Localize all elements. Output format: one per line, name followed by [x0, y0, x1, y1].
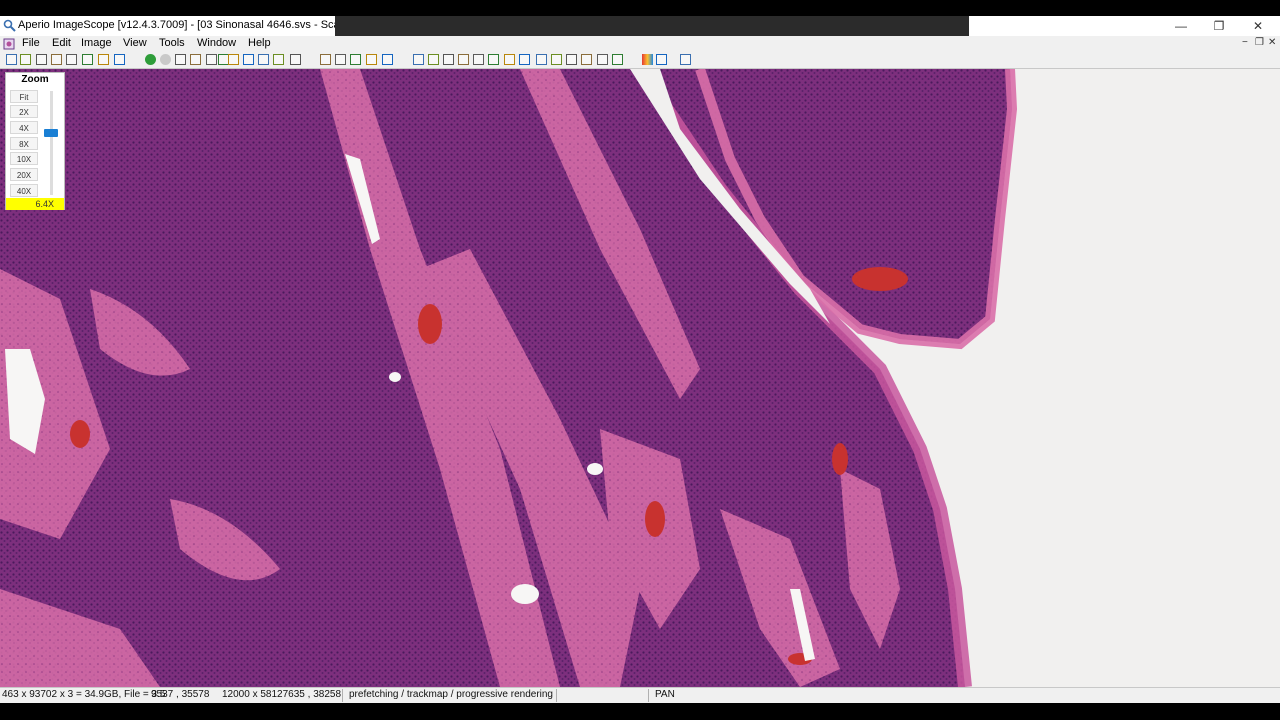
- status-tool-mode: PAN: [655, 689, 675, 700]
- edit-annotation-icon[interactable]: [320, 54, 331, 65]
- zoom-panel: Zoom Fit 2X 4X 8X 10X 20X 40X 6.4X: [5, 72, 65, 210]
- zoom-2x-button[interactable]: 2X: [10, 105, 38, 118]
- unknown-tool-icon[interactable]: [382, 54, 393, 65]
- zoom-panel-title: Zoom: [6, 73, 64, 87]
- close-button[interactable]: ✕: [1238, 16, 1278, 36]
- snapshot-icon[interactable]: [36, 54, 47, 65]
- pen-tool-icon[interactable]: [488, 54, 499, 65]
- ellipse-tool-icon[interactable]: [519, 54, 530, 65]
- restore-button[interactable]: ❐: [1199, 16, 1239, 36]
- tissue-image: [0, 69, 1018, 687]
- print-icon[interactable]: [66, 54, 77, 65]
- menu-bar: File Edit Image View Tools Window Help −…: [0, 36, 1280, 52]
- compare-icon[interactable]: [597, 54, 608, 65]
- stop-icon[interactable]: [160, 54, 171, 65]
- zoom-slider-track[interactable]: [50, 91, 53, 195]
- window-title: Aperio ImageScope [v12.4.3.7009] - [03 S…: [18, 19, 377, 31]
- open-folder-icon[interactable]: [6, 54, 17, 65]
- properties-icon[interactable]: [98, 54, 109, 65]
- grid-tool-icon[interactable]: [551, 54, 562, 65]
- ruler-icon[interactable]: [473, 54, 484, 65]
- zoom-fit-button[interactable]: Fit: [10, 90, 38, 103]
- table-icon[interactable]: [566, 54, 577, 65]
- go-icon[interactable]: [145, 54, 156, 65]
- link-icon[interactable]: [175, 54, 186, 65]
- letterbox-bottom: [0, 703, 1280, 720]
- status-separator: [556, 689, 557, 702]
- layers-icon[interactable]: [581, 54, 592, 65]
- menu-view[interactable]: View: [123, 37, 147, 49]
- info-icon[interactable]: [114, 54, 125, 65]
- menu-tools[interactable]: Tools: [159, 37, 185, 49]
- zoom-8x-button[interactable]: 8X: [10, 137, 38, 150]
- multi-view-icon[interactable]: [258, 54, 269, 65]
- magnifier-icon[interactable]: [273, 54, 284, 65]
- status-view-info: 12000 x 58127635 , 38258: [222, 689, 341, 700]
- document-icon[interactable]: [3, 38, 15, 50]
- title-bar: Aperio ImageScope [v12.4.3.7009] - [03 S…: [0, 16, 1280, 36]
- mdi-restore-button[interactable]: ❐: [1255, 37, 1264, 48]
- sync-icon[interactable]: [190, 54, 201, 65]
- zoom-20x-button[interactable]: 20X: [10, 168, 38, 181]
- undo-icon[interactable]: [350, 54, 361, 65]
- copy-icon[interactable]: [612, 54, 623, 65]
- mdi-close-button[interactable]: ✕: [1268, 37, 1276, 48]
- minimize-button[interactable]: —: [1161, 16, 1201, 36]
- zoom-current-value: 6.4X: [6, 198, 64, 210]
- pan-hand-icon[interactable]: [335, 54, 346, 65]
- arrow-tool-icon[interactable]: [536, 54, 547, 65]
- menu-window[interactable]: Window: [197, 37, 236, 49]
- zoom-40x-button[interactable]: 40X: [10, 184, 38, 197]
- letterbox-top: [0, 0, 1280, 16]
- status-coords: 9537 , 35578: [151, 689, 210, 700]
- slide-viewer[interactable]: [0, 69, 1280, 687]
- region-select-icon[interactable]: [206, 54, 217, 65]
- status-separator: [342, 689, 343, 702]
- display-settings-icon[interactable]: [656, 54, 667, 65]
- help-context-icon[interactable]: [680, 54, 691, 65]
- app-icon: [3, 19, 16, 32]
- color-adjust-icon[interactable]: [642, 54, 653, 65]
- extract-region-icon[interactable]: [51, 54, 62, 65]
- single-view-icon[interactable]: [228, 54, 239, 65]
- zoom-10x-button[interactable]: 10X: [10, 152, 38, 165]
- zoom-tool-icon[interactable]: [428, 54, 439, 65]
- mdi-minimize-button[interactable]: −: [1242, 37, 1248, 48]
- open-image-icon[interactable]: [20, 54, 31, 65]
- tile-view-icon[interactable]: [243, 54, 254, 65]
- menu-image[interactable]: Image: [81, 37, 112, 49]
- menu-file[interactable]: File: [22, 37, 40, 49]
- overview-icon[interactable]: [290, 54, 301, 65]
- status-bar: 463 x 93702 x 3 = 34.9GB, File = 3.5 953…: [0, 687, 1280, 703]
- status-render-mode: prefetching / trackmap / progressive ren…: [349, 689, 553, 700]
- toolbar: [0, 52, 1280, 69]
- redo-icon[interactable]: [366, 54, 377, 65]
- zoom-region-icon[interactable]: [443, 54, 454, 65]
- status-image-info: 463 x 93702 x 3 = 34.9GB, File = 3.5: [2, 689, 166, 700]
- menu-help[interactable]: Help: [248, 37, 271, 49]
- title-bar-overlay: [335, 16, 969, 36]
- menu-edit[interactable]: Edit: [52, 37, 71, 49]
- settings-icon[interactable]: [82, 54, 93, 65]
- pan-tool-icon[interactable]: [413, 54, 424, 65]
- zoom-4x-button[interactable]: 4X: [10, 121, 38, 134]
- zoom-slider-thumb[interactable]: [44, 129, 58, 137]
- measure-tool-icon[interactable]: [458, 54, 469, 65]
- status-separator: [648, 689, 649, 702]
- rectangle-tool-icon[interactable]: [504, 54, 515, 65]
